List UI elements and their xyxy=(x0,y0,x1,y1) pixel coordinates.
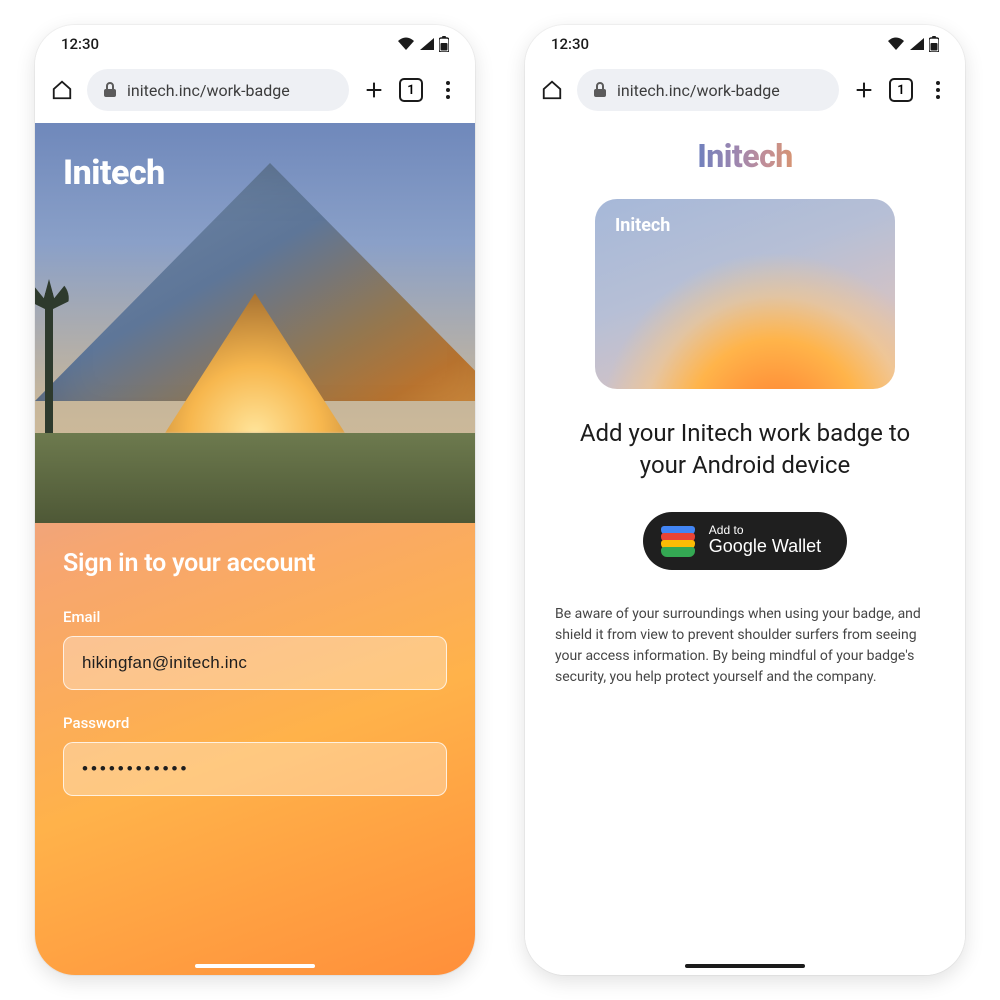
tab-switcher[interactable]: 1 xyxy=(889,78,913,102)
wifi-icon xyxy=(397,37,415,51)
signal-icon xyxy=(909,37,925,51)
status-time: 12:30 xyxy=(61,35,99,53)
lock-icon xyxy=(103,82,117,98)
add-to-wallet-button[interactable]: Add to Google Wallet xyxy=(643,512,847,570)
status-bar: 12:30 xyxy=(525,25,965,63)
wallet-big-text: Google Wallet xyxy=(709,536,821,556)
wifi-icon xyxy=(887,37,905,51)
battery-icon xyxy=(439,36,449,52)
url-text: initech.inc/work-badge xyxy=(617,81,780,100)
browser-toolbar: initech.inc/work-badge 1 xyxy=(525,63,965,123)
signin-form: Sign in to your account Email Password xyxy=(35,523,475,854)
badge-card: Initech xyxy=(595,199,895,389)
overflow-menu-icon[interactable] xyxy=(925,77,951,103)
overflow-menu-icon[interactable] xyxy=(435,77,461,103)
status-icons xyxy=(397,36,449,52)
brand-logo: Initech xyxy=(63,153,165,193)
phone-badge: 12:30 initech.inc/work-badge 1 Initech I… xyxy=(525,25,965,975)
tab-count-value: 1 xyxy=(407,83,414,98)
email-label: Email xyxy=(63,608,447,626)
hero-image: Initech xyxy=(35,123,475,523)
badge-card-label: Initech xyxy=(615,215,670,236)
disclaimer-text: Be aware of your surroundings when using… xyxy=(553,604,937,688)
home-icon[interactable] xyxy=(539,77,565,103)
home-icon[interactable] xyxy=(49,77,75,103)
email-field[interactable] xyxy=(63,636,447,690)
address-bar[interactable]: initech.inc/work-badge xyxy=(577,69,839,111)
badge-headline: Add your Initech work badge to your Andr… xyxy=(553,417,937,482)
phone-signin: 12:30 initech.inc/work-badge 1 xyxy=(35,25,475,975)
badge-page: Initech Initech Add your Initech work ba… xyxy=(525,123,965,975)
tab-switcher[interactable]: 1 xyxy=(399,78,423,102)
status-bar: 12:30 xyxy=(35,25,475,63)
address-bar[interactable]: initech.inc/work-badge xyxy=(87,69,349,111)
password-field[interactable] xyxy=(63,742,447,796)
battery-icon xyxy=(929,36,939,52)
brand-logo: Initech xyxy=(697,137,793,175)
signal-icon xyxy=(419,37,435,51)
wallet-button-text: Add to Google Wallet xyxy=(709,524,821,557)
new-tab-icon[interactable] xyxy=(361,77,387,103)
password-label: Password xyxy=(63,714,447,732)
signin-page: Initech Sign in to your account Email Pa… xyxy=(35,123,475,975)
signin-heading: Sign in to your account xyxy=(63,549,447,578)
status-time: 12:30 xyxy=(551,35,589,53)
gesture-bar[interactable] xyxy=(195,964,315,968)
tab-count-value: 1 xyxy=(897,83,904,98)
google-wallet-icon xyxy=(661,526,695,556)
url-text: initech.inc/work-badge xyxy=(127,81,290,100)
lock-icon xyxy=(593,82,607,98)
browser-toolbar: initech.inc/work-badge 1 xyxy=(35,63,475,123)
new-tab-icon[interactable] xyxy=(851,77,877,103)
status-icons xyxy=(887,36,939,52)
gesture-bar[interactable] xyxy=(685,964,805,968)
